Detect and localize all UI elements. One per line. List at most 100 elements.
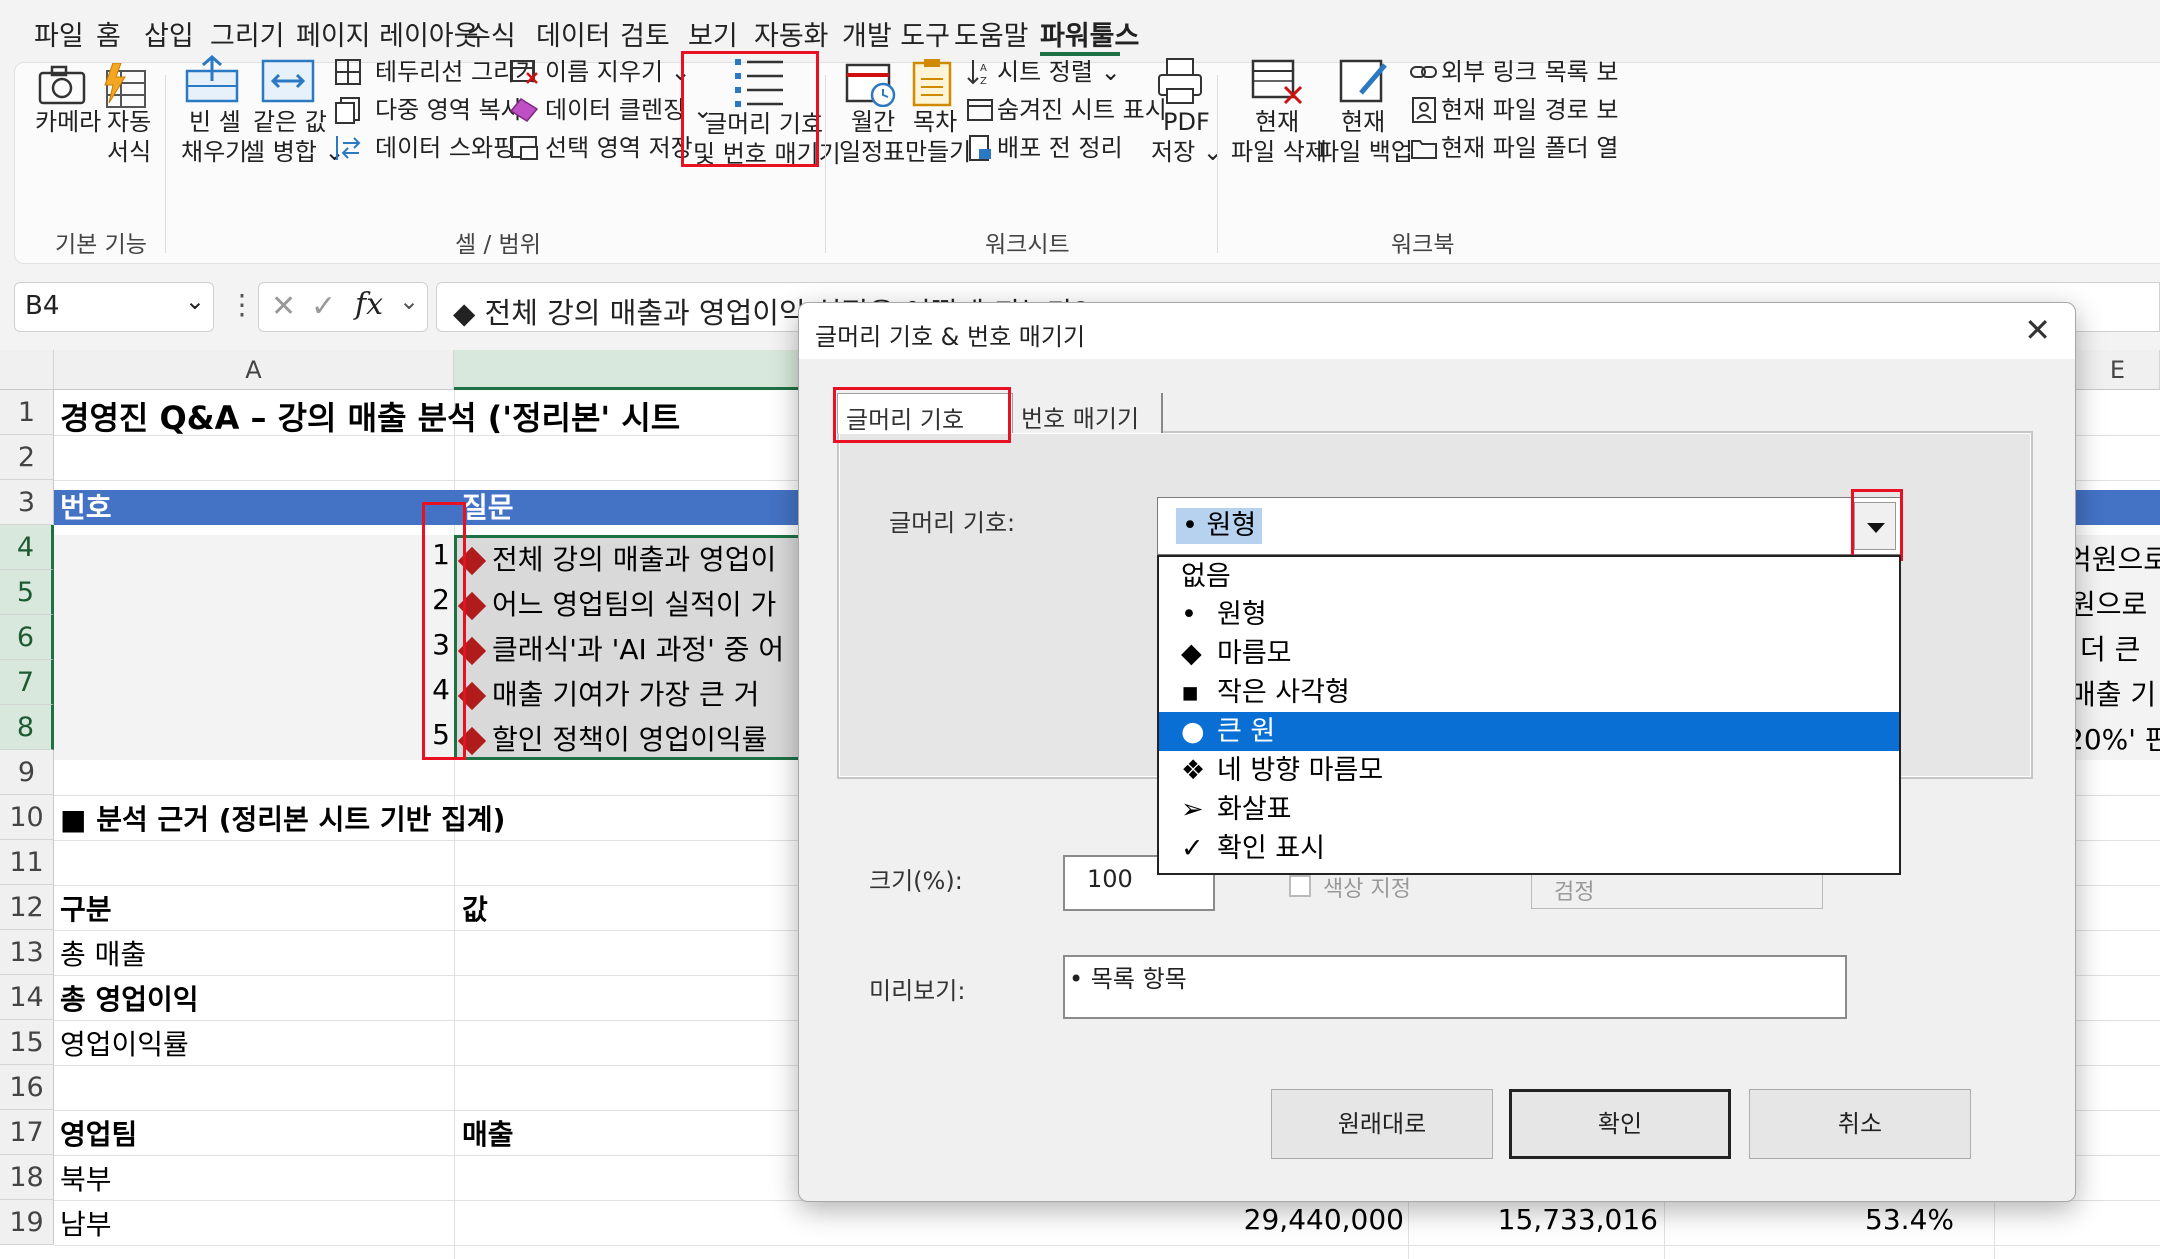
tab-data[interactable]: 데이터: [536, 14, 611, 53]
file-path-icon[interactable]: [1409, 95, 1439, 129]
row-header[interactable]: 15: [0, 1020, 54, 1065]
fill-blank-icon[interactable]: [183, 54, 241, 109]
backup-file-icon[interactable]: [1337, 57, 1393, 111]
row-header[interactable]: 16: [0, 1065, 54, 1110]
row-header[interactable]: 7: [0, 660, 54, 705]
camera-icon[interactable]: [37, 63, 87, 111]
fill-blank-label-1[interactable]: 빈 셀: [189, 107, 241, 138]
reset-button[interactable]: 원래대로: [1271, 1089, 1493, 1159]
del-file-label-2[interactable]: 파일 삭제: [1231, 137, 1327, 168]
ok-button[interactable]: 확인: [1509, 1089, 1731, 1159]
south-profit[interactable]: 15,733,016: [1360, 1203, 1658, 1236]
row-header[interactable]: 5: [0, 570, 54, 615]
file-folder-label[interactable]: 현재 파일 폴더 열: [1441, 133, 1618, 164]
south-sales[interactable]: 29,440,000: [1100, 1203, 1404, 1236]
backup-label-2[interactable]: 파일 백업: [1317, 137, 1413, 168]
camera-label[interactable]: 카메라: [35, 107, 101, 138]
save-selection-label[interactable]: 선택 영역 저장: [545, 133, 693, 164]
cleanup-doc-icon[interactable]: [965, 133, 995, 167]
monthly-label-2[interactable]: 일정표: [839, 137, 905, 168]
tab-help[interactable]: 도움말: [954, 14, 1029, 53]
header-kind[interactable]: 구분: [60, 888, 112, 928]
tab-view[interactable]: 보기: [688, 14, 738, 53]
option-arrow[interactable]: ➢ 화살표: [1159, 790, 1899, 829]
sort-icon[interactable]: AZ: [965, 57, 995, 91]
tab-developer[interactable]: 개발 도구: [842, 14, 950, 53]
tab-automate[interactable]: 자동화: [754, 14, 829, 53]
header-question[interactable]: 질문: [462, 490, 514, 525]
bullet-style-combobox[interactable]: • 원형: [1157, 497, 1901, 555]
tab-draw[interactable]: 그리기: [210, 14, 285, 53]
question-cell[interactable]: 매출 기여가 가장 큰 거: [454, 673, 759, 713]
row-header[interactable]: 11: [0, 840, 54, 885]
dialog-titlebar[interactable]: 글머리 기호 & 번호 매기기 ✕: [799, 303, 2075, 359]
select-all-corner[interactable]: [0, 350, 54, 390]
row-header[interactable]: 14: [0, 975, 54, 1020]
fx-icon[interactable]: fx: [355, 287, 383, 322]
sheet-sort-label[interactable]: 시트 정렬 ⌄: [997, 57, 1121, 88]
row-header[interactable]: 3: [0, 480, 54, 525]
option-big-circle[interactable]: ● 큰 원: [1159, 712, 1899, 751]
pdf-label-2[interactable]: 저장 ⌄: [1151, 137, 1223, 168]
name-box[interactable]: B4 ⌄: [14, 282, 214, 332]
label-total-sales[interactable]: 총 매출: [60, 933, 146, 973]
header-value[interactable]: 값: [462, 888, 488, 928]
toc-label-1[interactable]: 목차: [913, 107, 957, 138]
question-cell[interactable]: 할인 정책이 영업이익률: [454, 718, 767, 758]
calendar-icon[interactable]: [843, 57, 899, 111]
chevron-down-icon[interactable]: ⌄: [399, 287, 419, 315]
option-diamond[interactable]: ◆ 마름모: [1159, 634, 1899, 673]
name-clear-label[interactable]: 이름 지우기 ⌄: [545, 57, 691, 88]
row-header[interactable]: 1: [0, 390, 54, 435]
question-cell[interactable]: 클래식'과 'AI 과정' 중 어: [454, 628, 784, 668]
row-header[interactable]: 17: [0, 1110, 54, 1155]
tab-page-layout[interactable]: 페이지 레이아웃: [296, 14, 478, 53]
merge-cells-icon[interactable]: [259, 57, 317, 109]
multi-copy-label[interactable]: 다중 영역 복사: [375, 95, 523, 126]
name-clear-icon[interactable]: [509, 57, 541, 91]
option-check[interactable]: ✓ 확인 표시: [1159, 829, 1899, 868]
merge-same-label-1[interactable]: 같은 값: [253, 107, 327, 138]
chevron-down-icon[interactable]: ⌄: [185, 287, 205, 315]
del-file-label-1[interactable]: 현재: [1255, 107, 1299, 138]
row-header[interactable]: 12: [0, 885, 54, 930]
row-header[interactable]: 19: [0, 1200, 54, 1245]
answer-cell[interactable]: 매출 기: [2070, 673, 2156, 713]
pdf-label-1[interactable]: PDF: [1163, 107, 1210, 138]
answer-cell[interactable]: 억원으로: [2066, 538, 2160, 578]
monthly-label-1[interactable]: 월간: [851, 107, 895, 138]
answer-cell[interactable]: 20%' 판: [2066, 718, 2160, 758]
backup-label-1[interactable]: 현재: [1341, 107, 1385, 138]
delete-file-icon[interactable]: [1249, 57, 1305, 111]
header-team[interactable]: 영업팀: [60, 1113, 137, 1153]
question-cell[interactable]: 어느 영업팀의 실적이 가: [454, 583, 776, 623]
option-round[interactable]: • 원형: [1159, 595, 1899, 634]
link-icon[interactable]: [1409, 57, 1439, 91]
column-header-b[interactable]: [454, 350, 800, 390]
label-total-profit[interactable]: 총 영업이익: [60, 978, 199, 1018]
option-small-square[interactable]: ▪ 작은 사각형: [1159, 673, 1899, 712]
ext-links-label[interactable]: 외부 링크 목록 보: [1441, 57, 1618, 88]
hidden-sheet-label[interactable]: 숨겨진 시트 표시: [997, 95, 1167, 126]
merge-same-label-2[interactable]: 셀 병합 ⌄: [243, 137, 345, 168]
color-checkbox[interactable]: [1289, 875, 1311, 897]
cancel-button[interactable]: 취소: [1749, 1089, 1971, 1159]
copy-icon[interactable]: [333, 95, 363, 129]
column-header-a[interactable]: A: [54, 350, 454, 390]
tab-insert[interactable]: 삽입: [144, 14, 194, 53]
tab-review[interactable]: 검토: [620, 14, 670, 53]
row-header[interactable]: 10: [0, 795, 54, 840]
answer-cell[interactable]: 원으로: [2070, 583, 2147, 623]
row-header[interactable]: 9: [0, 750, 54, 795]
row-header[interactable]: 2: [0, 435, 54, 480]
fill-blank-label-2[interactable]: 채우기: [181, 137, 247, 168]
tab-home[interactable]: 홈: [96, 14, 121, 53]
pdf-printer-icon[interactable]: [1155, 57, 1205, 109]
hidden-sheet-icon[interactable]: [965, 95, 995, 129]
option-four-diamond[interactable]: ❖ 네 방향 마름모: [1159, 751, 1899, 790]
auto-format-label-2[interactable]: 서식: [107, 137, 151, 168]
row-header[interactable]: 18: [0, 1155, 54, 1200]
pre-dist-label[interactable]: 배포 전 정리: [997, 133, 1123, 164]
clipboard-list-icon[interactable]: [909, 57, 955, 111]
tab-file[interactable]: 파일: [34, 14, 84, 53]
